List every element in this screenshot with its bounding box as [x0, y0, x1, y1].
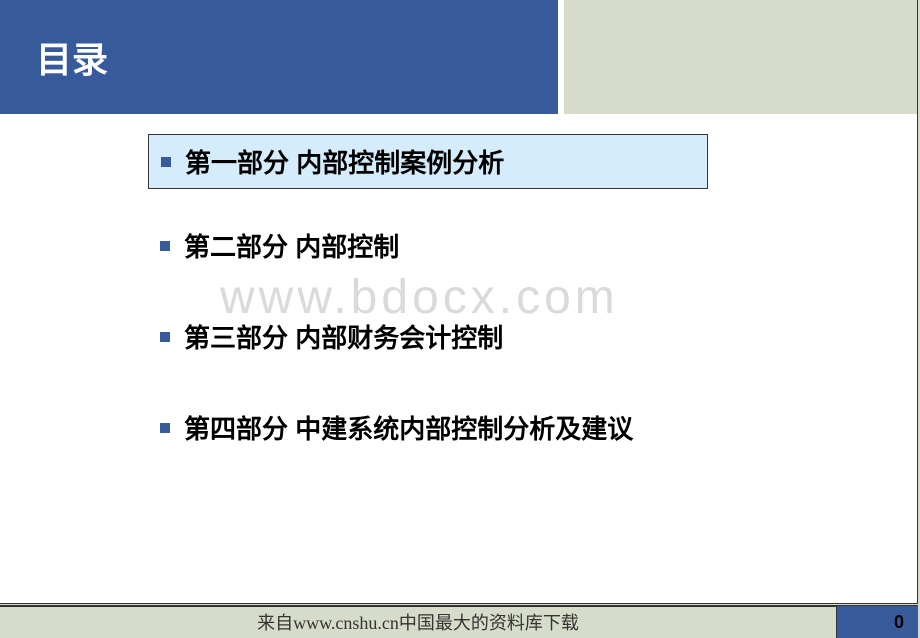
toc-item-label: 第一部分 内部控制案例分析: [185, 143, 504, 180]
toc-item-label: 第二部分 内部控制: [184, 227, 399, 264]
header-left-panel: 目录: [0, 0, 558, 114]
slide: 目录 第一部分 内部控制案例分析 第二部分 内部控制 第三部分 内部财务会计控制…: [0, 0, 918, 604]
slide-header: 目录: [0, 0, 917, 114]
toc-item-label: 第四部分 中建系统内部控制分析及建议: [184, 409, 633, 446]
page-number-box: 0: [836, 606, 918, 638]
page-number: 0: [894, 612, 904, 633]
bullet-icon: [160, 423, 170, 433]
toc-item-2: 第二部分 内部控制: [148, 219, 917, 272]
bullet-icon: [160, 332, 170, 342]
slide-footer: 来自www.cnshu.cn中国最大的资料库下载 0: [0, 605, 918, 637]
toc-content: 第一部分 内部控制案例分析 第二部分 内部控制 第三部分 内部财务会计控制 第四…: [0, 114, 917, 454]
toc-item-label: 第三部分 内部财务会计控制: [184, 318, 503, 355]
toc-item-3: 第三部分 内部财务会计控制: [148, 310, 917, 363]
footer-source-text: 来自www.cnshu.cn中国最大的资料库下载: [0, 609, 836, 635]
page-title: 目录: [36, 31, 108, 83]
toc-item-4: 第四部分 中建系统内部控制分析及建议: [148, 401, 917, 454]
bullet-icon: [161, 157, 171, 167]
header-right-panel: [558, 0, 917, 114]
toc-item-1: 第一部分 内部控制案例分析: [148, 134, 708, 189]
bullet-icon: [160, 241, 170, 251]
